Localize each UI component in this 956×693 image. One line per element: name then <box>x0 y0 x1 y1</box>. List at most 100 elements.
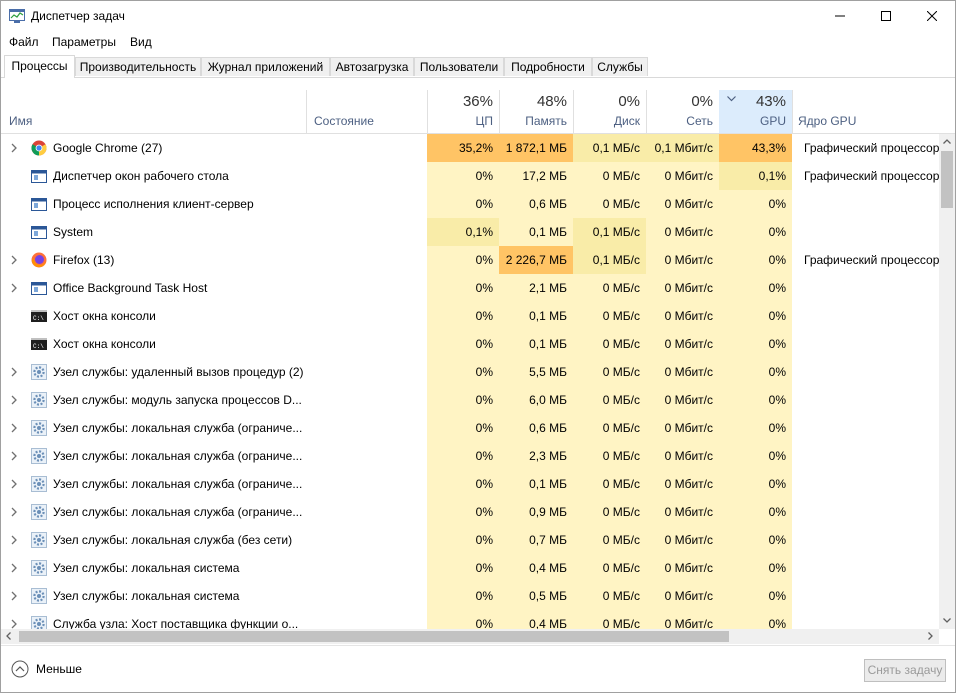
process-gpu-engine <box>798 302 939 330</box>
tab-performance[interactable]: Производительность <box>75 57 201 76</box>
column-network[interactable]: 0% Сеть <box>646 90 719 133</box>
scroll-down-icon[interactable] <box>943 618 951 623</box>
process-mem: 0,4 МБ <box>499 554 573 582</box>
expand-chevron-icon[interactable] <box>9 422 19 434</box>
cpu-total: 36% <box>462 93 493 110</box>
process-gpu-engine <box>798 218 939 246</box>
minimize-icon <box>835 15 845 17</box>
process-gpu-engine: Графический процессор 0 - 3D <box>804 141 939 155</box>
expand-chevron-icon[interactable] <box>9 142 19 154</box>
tab-processes[interactable]: Процессы <box>4 55 75 78</box>
process-gpu: 0% <box>719 526 792 554</box>
column-network-label: Сеть <box>686 114 713 128</box>
scroll-up-icon[interactable] <box>943 139 951 144</box>
tab-users[interactable]: Пользователи <box>414 57 504 76</box>
column-memory[interactable]: 48% Память <box>499 90 573 133</box>
process-name: Узел службы: локальная служба (ограниче.… <box>53 505 303 519</box>
expand-chevron-icon[interactable] <box>9 534 19 546</box>
vertical-scrollbar[interactable] <box>939 134 955 629</box>
expand-chevron-icon[interactable] <box>9 562 19 574</box>
process-gpu: 0% <box>719 330 792 358</box>
expand-chevron-icon[interactable] <box>9 590 19 602</box>
process-name: Google Chrome (27) <box>53 141 163 155</box>
process-row[interactable]: Узел службы: модуль запуска процессов D.… <box>1 386 939 414</box>
vertical-scroll-thumb[interactable] <box>941 151 953 208</box>
column-status[interactable]: Состояние <box>306 90 427 133</box>
close-button[interactable] <box>909 1 955 31</box>
process-gpu-engine <box>798 610 939 629</box>
process-row[interactable]: Диспетчер окон рабочего стола 0% 17,2 МБ 0 … <box>1 162 939 190</box>
horizontal-scroll-thumb[interactable] <box>19 631 729 642</box>
menu-file[interactable]: Файл <box>9 35 39 49</box>
process-row[interactable]: System 0,1% 0,1 МБ 0,1 МБ/с 0 Мбит/с 0% <box>1 218 939 246</box>
fewer-details-button[interactable]: Меньше <box>11 659 82 679</box>
expand-chevron-icon[interactable] <box>9 366 19 378</box>
expand-chevron-icon[interactable] <box>9 282 19 294</box>
process-mem: 0,4 МБ <box>499 610 573 629</box>
process-net: 0 Мбит/с <box>646 302 719 330</box>
tab-details[interactable]: Подробности <box>504 57 592 76</box>
process-row[interactable]: Узел службы: удаленный вызов процедур (2… <box>1 358 939 386</box>
expand-chevron-icon[interactable] <box>9 254 19 266</box>
column-name[interactable]: Имя <box>1 90 306 133</box>
expand-chevron-icon[interactable] <box>9 506 19 518</box>
expand-chevron-icon[interactable] <box>9 618 19 629</box>
process-net: 0 Мбит/с <box>646 526 719 554</box>
process-mem: 0,6 МБ <box>499 414 573 442</box>
minimize-button[interactable] <box>817 1 863 31</box>
process-mem: 2,1 МБ <box>499 274 573 302</box>
process-gpu: 0% <box>719 582 792 610</box>
process-row[interactable]: Узел службы: локальная служба (ограниче.… <box>1 498 939 526</box>
process-name: Office Background Task Host <box>53 281 208 295</box>
process-gpu: 0% <box>719 498 792 526</box>
process-disk: 0 МБ/с <box>573 414 646 442</box>
firefox-icon <box>31 252 47 268</box>
process-gpu-engine <box>798 470 939 498</box>
process-name: Хост окна консоли <box>53 337 156 351</box>
collapse-up-icon <box>11 660 29 678</box>
horizontal-scrollbar[interactable] <box>1 629 939 644</box>
process-row[interactable]: Google Chrome (27) 35,2% 1 872,1 МБ 0,1 МБ/… <box>1 134 939 162</box>
process-row[interactable]: Office Background Task Host 0% 2,1 МБ 0 МБ/… <box>1 274 939 302</box>
expand-chevron-icon[interactable] <box>9 478 19 490</box>
menu-options[interactable]: Параметры <box>52 35 116 49</box>
disk-total: 0% <box>618 93 640 110</box>
process-row[interactable]: C:\ Хост окна консоли 0% 0,1 МБ 0 МБ/с 0 Мбит… <box>1 330 939 358</box>
scroll-left-icon[interactable] <box>6 632 11 640</box>
process-row[interactable]: Узел службы: локальная служба (без сети)… <box>1 526 939 554</box>
column-gpu-engine[interactable]: Ядро GPU <box>792 90 939 133</box>
process-row[interactable]: Узел службы: локальная служба (ограниче.… <box>1 442 939 470</box>
process-cpu: 0% <box>427 610 499 629</box>
tab-startup[interactable]: Автозагрузка <box>330 57 414 76</box>
process-row[interactable]: Служба узла: Хост поставщика функции о..… <box>1 610 939 629</box>
maximize-button[interactable] <box>863 1 909 31</box>
menu-view[interactable]: Вид <box>130 35 152 49</box>
process-row[interactable]: Узел службы: локальная служба (ограниче.… <box>1 470 939 498</box>
process-row[interactable]: Узел службы: локальная служба (ограниче.… <box>1 414 939 442</box>
expand-chevron-icon[interactable] <box>9 450 19 462</box>
process-net: 0 Мбит/с <box>646 498 719 526</box>
tab-app-history[interactable]: Журнал приложений <box>201 57 330 76</box>
process-disk: 0 МБ/с <box>573 610 646 629</box>
column-gpu[interactable]: 43% GPU <box>719 90 792 133</box>
process-row[interactable]: Узел службы: локальная система 0% 0,4 МБ 0 … <box>1 554 939 582</box>
tab-services[interactable]: Службы <box>592 57 648 76</box>
column-disk[interactable]: 0% Диск <box>573 90 646 133</box>
process-row[interactable]: Firefox (13) 0% 2 226,7 МБ 0,1 МБ/с 0 Мбит/с… <box>1 246 939 274</box>
svg-text:C:\: C:\ <box>33 315 44 322</box>
process-row[interactable]: Процесс исполнения клиент-сервер 0% 0,6 МБ… <box>1 190 939 218</box>
memory-total: 48% <box>536 93 567 110</box>
process-row[interactable]: Узел службы: локальная система 0% 0,5 МБ 0 … <box>1 582 939 610</box>
process-name: System <box>53 225 94 239</box>
end-task-button[interactable]: Снять задачу <box>864 659 946 682</box>
process-mem: 5,5 МБ <box>499 358 573 386</box>
column-cpu[interactable]: 36% ЦП <box>427 90 499 133</box>
column-memory-label: Память <box>525 114 567 128</box>
scroll-right-icon[interactable] <box>928 632 933 640</box>
process-mem: 0,1 МБ <box>499 470 573 498</box>
process-name: Диспетчер окон рабочего стола <box>53 169 229 183</box>
expand-chevron-icon[interactable] <box>9 394 19 406</box>
process-row[interactable]: C:\ Хост окна консоли 0% 0,1 МБ 0 МБ/с 0 Мбит… <box>1 302 939 330</box>
process-gpu-engine <box>798 274 939 302</box>
app-window-icon <box>31 280 47 296</box>
